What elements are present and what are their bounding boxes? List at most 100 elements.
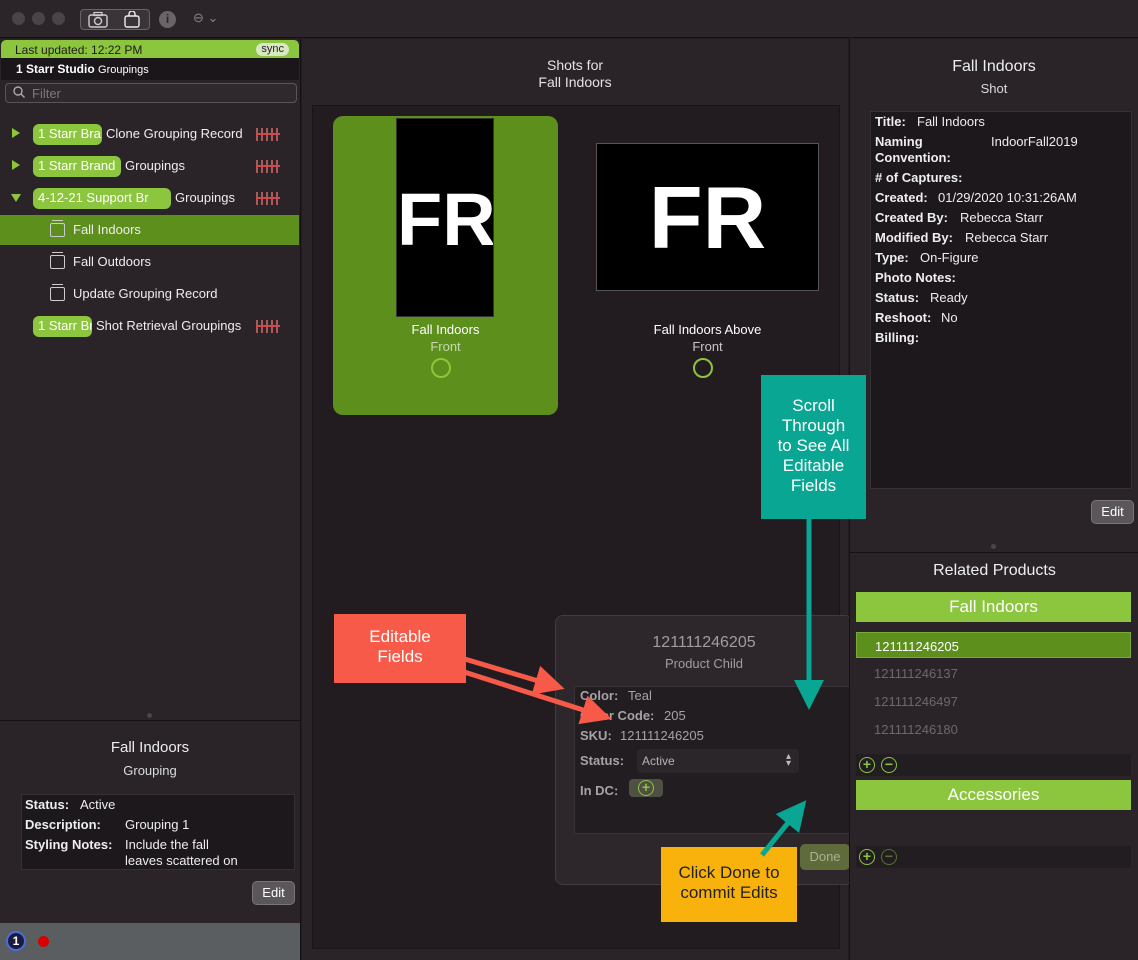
product-id: 121111246205 (652, 634, 756, 651)
shot-fields: Title: Fall Indoors Naming IndoorFall201… (870, 111, 1132, 489)
field-value: IndoorFall2019 (991, 134, 1078, 149)
color-value: Teal (628, 688, 652, 703)
disclosure-triangle-open-icon[interactable] (11, 194, 21, 202)
status-select-value: Active (642, 754, 675, 768)
shot-name: Fall Indoors (411, 322, 480, 337)
field-key: Naming (875, 134, 923, 149)
shot-subtitle: Shot (980, 81, 1008, 96)
disclosure-triangle-icon[interactable] (12, 160, 20, 170)
add-product-icon[interactable]: + (859, 849, 875, 865)
shot-thumbnail: FR (396, 118, 494, 317)
shopping-bag-icon[interactable] (123, 10, 141, 31)
select-ring-icon[interactable] (693, 358, 713, 378)
click-done-callout: Click Done to commit Edits (661, 847, 797, 922)
app-badge-icon[interactable]: 1 (6, 931, 26, 951)
field-value: Rebecca Starr (960, 210, 1044, 225)
shot-card-selected[interactable]: FR Fall Indoors Front (333, 116, 558, 415)
status-value: Active (80, 797, 116, 812)
tree-row-label: Groupings (125, 158, 185, 173)
zoom-window-button[interactable] (52, 12, 65, 25)
tree-row-label: Fall Indoors (73, 222, 141, 237)
updown-chevron-icon: ▴ ▾ (785, 751, 791, 769)
thumbnail-text: FR (648, 168, 767, 267)
product-group-header[interactable]: Accessories (856, 780, 1131, 810)
product-row[interactable]: 121111246497 (856, 688, 1131, 714)
flag-icon (256, 160, 280, 173)
splitter-handle[interactable] (991, 544, 996, 549)
product-group-header[interactable]: Fall Indoors (856, 592, 1131, 622)
field-key: SKU: (580, 728, 612, 743)
disclosure-triangle-icon[interactable] (12, 128, 20, 138)
last-updated-text: Last updated: 12:22 PM (15, 43, 143, 57)
field-value: Fall Indoors (917, 114, 985, 129)
add-remove-bar: + − (856, 846, 1131, 868)
field-key: Modified By: (875, 230, 953, 245)
field-value: On-Figure (920, 250, 979, 265)
callout-line: Fields (377, 647, 423, 666)
done-button[interactable]: Done (800, 844, 850, 870)
add-product-icon[interactable]: + (859, 757, 875, 773)
tree-row-brand-groupings[interactable]: 1 Starr Brand Groupings (0, 151, 299, 181)
grouping-edit-button[interactable]: Edit (252, 881, 295, 905)
flag-icon (256, 192, 280, 205)
shot-edit-button[interactable]: Edit (1091, 500, 1134, 524)
grouping-stack-icon (50, 220, 65, 237)
close-window-button[interactable] (12, 12, 25, 25)
product-row[interactable]: 121111246205 (856, 632, 1131, 658)
callout-line: Through (781, 416, 846, 435)
tree-row-update-grouping[interactable]: Update Grouping Record (0, 279, 299, 309)
info-icon[interactable]: i (159, 11, 176, 28)
tree-row-shot-retrieval[interactable]: 1 Starr Br Shot Retrieval Groupings (0, 311, 299, 341)
field-key: Reshoot: (875, 310, 932, 325)
brand-badge: 4-12-21 Support Br (33, 188, 171, 209)
minimize-window-button[interactable] (32, 12, 45, 25)
shot-thumbnail[interactable]: FR (596, 143, 819, 291)
field-key: Photo Notes: (875, 270, 956, 285)
field-key: Status: (875, 290, 920, 305)
remove-product-icon[interactable]: − (881, 757, 897, 773)
camera-icon[interactable] (87, 11, 109, 31)
add-remove-bar: + − (856, 754, 1131, 776)
tree-row-label: Groupings (175, 190, 235, 205)
status-select[interactable]: Active ▴ ▾ (637, 749, 799, 773)
remove-product-icon[interactable]: − (881, 849, 897, 865)
tree-row-fall-indoors[interactable]: Fall Indoors (0, 215, 299, 245)
groupings-sidebar: Last updated: 12:22 PM sync 1 Starr Stud… (0, 39, 301, 960)
status-footer: 1 (0, 923, 300, 960)
more-options-icon[interactable]: ⊖ ⌄ (193, 10, 218, 26)
field-key: Status: (25, 797, 70, 812)
tree-row-fall-outdoors[interactable]: Fall Outdoors (0, 247, 299, 277)
tree-row-support-groupings[interactable]: 4-12-21 Support Br Groupings (0, 183, 299, 213)
field-key: Billing: (875, 330, 920, 345)
shot-view: Front (692, 339, 723, 354)
in-dc-add-button[interactable]: + (629, 779, 663, 797)
tree-row-clone-grouping[interactable]: 1 Starr Bra Clone Grouping Record (0, 119, 299, 149)
filter-input[interactable]: Filter (5, 83, 297, 103)
callout-line: to See All (777, 436, 850, 455)
field-value: 01/29/2020 10:31:26AM (938, 190, 1077, 205)
field-key: Status: (580, 753, 625, 768)
studio-name: 1 Starr Studio (16, 62, 95, 76)
callout-line: Fields (790, 476, 837, 495)
field-key: Title: (875, 114, 906, 129)
tree-row-label: Shot Retrieval Groupings (96, 318, 242, 333)
splitter-handle[interactable] (147, 713, 152, 718)
window-titlebar: i ⊖ ⌄ (0, 0, 1138, 38)
select-ring-icon[interactable] (431, 358, 451, 378)
product-row[interactable]: 121111246137 (856, 660, 1131, 686)
last-updated-bar: Last updated: 12:22 PM sync (1, 40, 299, 58)
brand-badge: 1 Starr Brand (33, 156, 121, 177)
filter-placeholder: Filter (32, 86, 61, 101)
editable-fields-callout: Editable Fields (334, 614, 466, 683)
field-key: Convention: (875, 150, 951, 165)
field-key: Color: (580, 688, 619, 703)
styling-notes-line1: Include the fall (125, 837, 209, 852)
shot-name: Fall Indoors Above (653, 322, 762, 337)
product-row[interactable]: 121111246180 (856, 716, 1131, 742)
studio-suffix: Groupings (98, 64, 149, 76)
flag-icon (256, 128, 280, 141)
color-code-value: 205 (664, 708, 686, 723)
shots-title-line2: Fall Indoors (538, 74, 612, 90)
sync-button[interactable]: sync (256, 43, 289, 56)
grouping-subtitle: Grouping (123, 763, 177, 778)
